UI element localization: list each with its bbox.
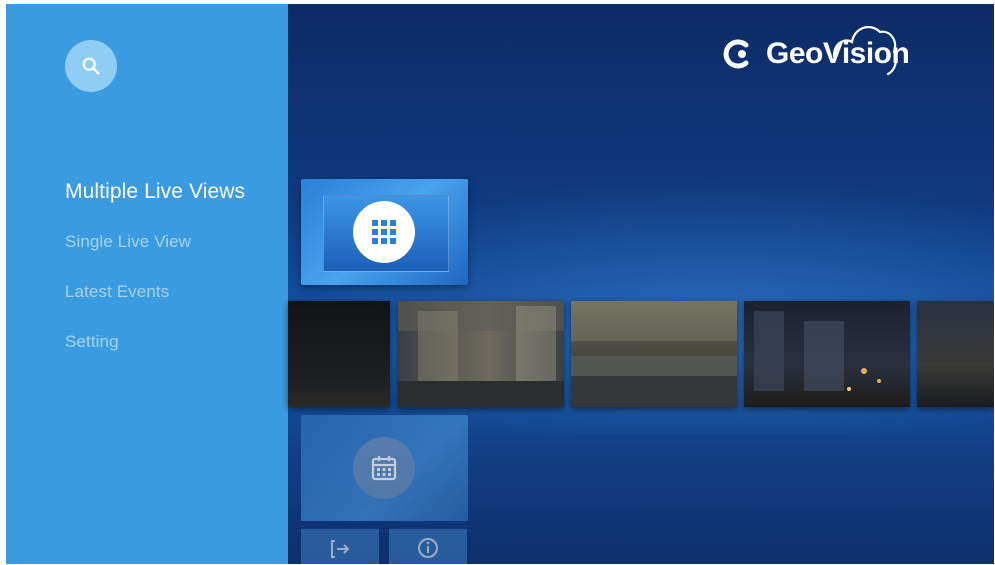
sidebar: Multiple Live Views Single Live View Lat… <box>6 4 288 564</box>
info-tile[interactable] <box>389 529 467 564</box>
multiple-live-views-card[interactable] <box>301 179 468 285</box>
sidebar-item-setting[interactable]: Setting <box>65 330 245 380</box>
camera-thumbnail[interactable] <box>398 301 564 407</box>
main-content: GeoVision <box>288 4 994 564</box>
latest-events-card[interactable] <box>301 415 468 521</box>
logout-tile[interactable] <box>301 529 379 564</box>
logout-icon <box>331 540 350 558</box>
app-frame: Multiple Live Views Single Live View Lat… <box>6 4 994 564</box>
sidebar-item-multiple-live-views[interactable]: Multiple Live Views <box>65 180 245 230</box>
sidebar-item-single-live-view[interactable]: Single Live View <box>65 230 245 280</box>
camera-thumbnail-image <box>398 301 564 407</box>
sidebar-nav: Multiple Live Views Single Live View Lat… <box>65 180 245 380</box>
geovision-logo-icon <box>723 39 749 69</box>
camera-thumbnail[interactable] <box>288 301 390 407</box>
sidebar-item-latest-events[interactable]: Latest Events <box>65 280 245 330</box>
cloud-icon <box>832 25 898 76</box>
camera-thumbnail[interactable] <box>571 301 737 407</box>
brand-logo: GeoVision <box>720 25 910 76</box>
info-icon <box>418 538 438 558</box>
camera-thumbnail-image <box>571 301 737 407</box>
search-button[interactable] <box>65 40 117 92</box>
grid-icon <box>353 201 415 263</box>
camera-thumbnail[interactable] <box>917 301 994 407</box>
search-icon <box>82 57 100 75</box>
camera-thumbnail[interactable] <box>744 301 910 407</box>
calendar-icon <box>353 437 415 499</box>
camera-thumbnail-image <box>754 311 881 391</box>
